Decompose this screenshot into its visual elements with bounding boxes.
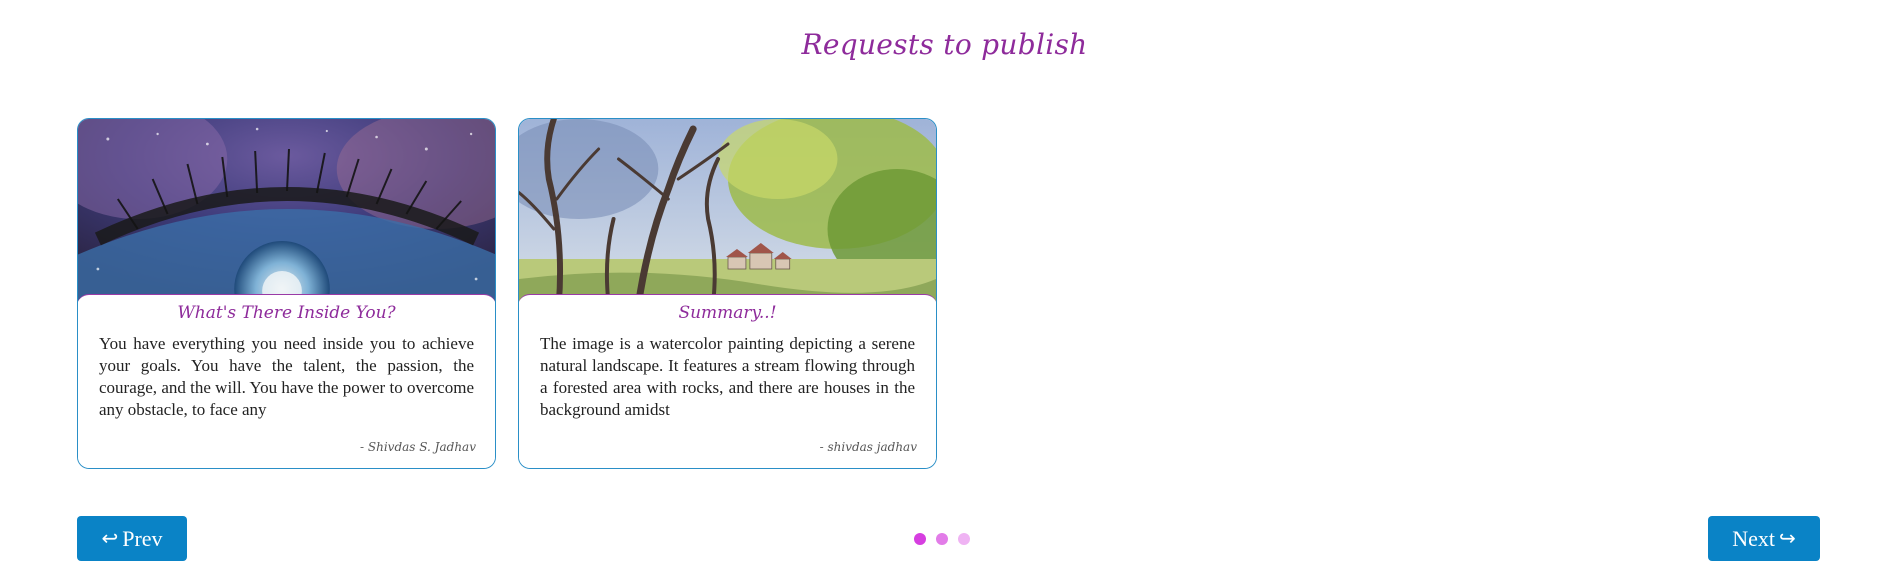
return-right-icon: ↪	[1779, 527, 1796, 550]
next-button[interactable]: Next ↪	[1708, 516, 1820, 561]
card-body: What's There Inside You? You have everyt…	[78, 294, 495, 468]
prev-button-label: Prev	[122, 525, 163, 551]
pagination-dot-2[interactable]	[936, 533, 948, 545]
request-card[interactable]: What's There Inside You? You have everyt…	[77, 118, 496, 469]
card-title: What's There Inside You?	[177, 303, 396, 323]
card-title: Summary..!	[678, 303, 777, 323]
next-button-label: Next	[1732, 525, 1775, 551]
return-left-icon: ↩	[101, 527, 119, 550]
card-excerpt: The image is a watercolor painting depic…	[540, 334, 915, 419]
page-title: Requests to publish	[801, 28, 1088, 61]
card-image-eye	[78, 119, 495, 304]
pagination-dot-3[interactable]	[958, 533, 970, 545]
pagination-dot-1[interactable]	[914, 533, 926, 545]
prev-button[interactable]: ↩ Prev	[77, 516, 187, 561]
card-author: - Shivdas S. Jadhav	[360, 440, 476, 454]
card-author: - shivdas jadhav	[819, 440, 917, 454]
request-card[interactable]: Summary..! The image is a watercolor pai…	[518, 118, 937, 469]
card-excerpt: You have everything you need inside you …	[99, 334, 474, 419]
card-body: Summary..! The image is a watercolor pai…	[519, 294, 936, 468]
pagination-dots	[914, 533, 970, 545]
card-image-landscape	[519, 119, 936, 304]
